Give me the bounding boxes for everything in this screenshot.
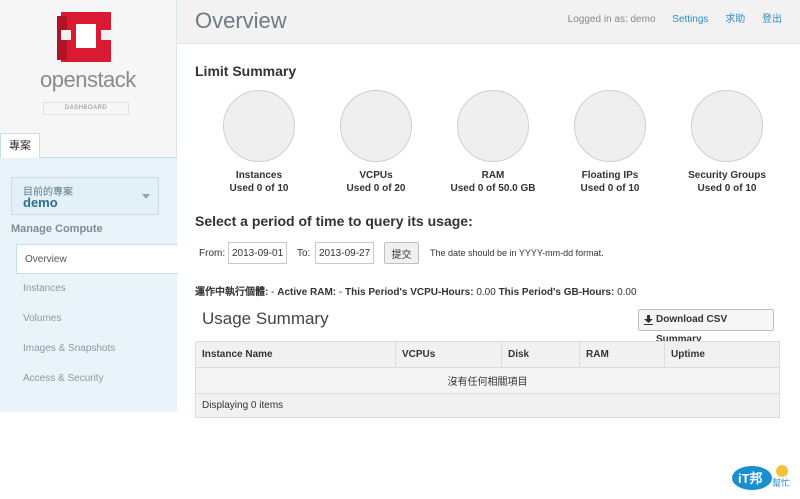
limit-summary-title: Limit Summary <box>195 63 297 79</box>
download-icon <box>644 315 653 325</box>
submit-button[interactable]: 提交 <box>384 242 419 264</box>
limit-summary: Instances Used 0 of 10 VCPUs Used 0 of 2… <box>214 90 774 200</box>
sidebar-item-access-security[interactable]: Access & Security <box>15 364 178 394</box>
help-link[interactable]: 求助 <box>725 14 745 25</box>
vcpu-hours-value: 0.00 <box>473 287 499 298</box>
project-switcher[interactable]: 目前的專案 demo <box>11 177 159 215</box>
project-switcher-value: demo <box>23 195 58 210</box>
from-date-input[interactable] <box>228 242 287 264</box>
limit-instances: Instances Used 0 of 10 <box>214 90 304 194</box>
limit-ram: RAM Used 0 of 50.0 GB <box>443 90 543 194</box>
active-instances-value: - <box>268 287 278 298</box>
svg-text:iT邦: iT邦 <box>738 471 763 486</box>
gb-hours-value: 0.00 <box>614 287 637 298</box>
limit-security-groups: Security Groups Used 0 of 10 <box>677 90 777 194</box>
pie-chart <box>691 90 763 162</box>
active-ram-value: - <box>336 287 346 298</box>
column-header-disk[interactable]: Disk <box>501 341 580 368</box>
user-bar: Logged in as: demo Settings 求助 登出 <box>554 10 782 25</box>
limit-vcpus: VCPUs Used 0 of 20 <box>331 90 421 194</box>
logged-in-text: Logged in as: demo <box>567 14 656 25</box>
limit-used: Used 0 of 20 <box>346 183 406 194</box>
vcpu-hours-label: This Period's VCPU-Hours: <box>345 287 474 298</box>
pie-chart <box>340 90 412 162</box>
limit-name: RAM <box>481 170 505 181</box>
column-header-ram[interactable]: RAM <box>579 341 665 368</box>
main-content: Limit Summary Instances Used 0 of 10 VCP… <box>177 45 800 499</box>
signout-link[interactable]: 登出 <box>762 14 782 25</box>
usage-table: Instance Name VCPUs Disk RAM Uptime 沒有任何… <box>195 341 780 418</box>
from-label: From: <box>199 248 226 259</box>
project-panel: 目前的專案 demo Manage Compute Overview Insta… <box>0 157 178 412</box>
chevron-down-icon <box>142 194 150 199</box>
table-row: 沒有任何相關項目 <box>195 367 780 394</box>
table-header-row: Instance Name VCPUs Disk RAM Uptime <box>195 341 780 368</box>
empty-message: 沒有任何相關項目 <box>195 367 780 394</box>
gb-hours-label: This Period's GB-Hours: <box>498 287 615 298</box>
limit-name: Floating IPs <box>581 170 639 181</box>
limit-used: Used 0 of 10 <box>697 183 757 194</box>
ithome-watermark: iT邦 幫忙 <box>730 462 796 492</box>
column-header-uptime[interactable]: Uptime <box>664 341 780 368</box>
manage-compute-heading: Manage Compute <box>11 223 103 235</box>
pie-chart <box>574 90 646 162</box>
brand-subtitle: DASHBOARD <box>43 102 129 115</box>
sidebar-nav: Overview Instances Volumes Images & Snap… <box>16 244 178 394</box>
openstack-logo[interactable]: openstack DASHBOARD <box>40 10 136 115</box>
pie-chart <box>223 90 295 162</box>
watermark-logo-icon: iT邦 幫忙 <box>732 465 790 490</box>
active-instances-label: 運作中執行個體: <box>195 287 269 298</box>
table-footer-row: Displaying 0 items <box>195 393 780 418</box>
brand-name: openstack <box>40 67 136 92</box>
to-label: To: <box>297 248 311 259</box>
to-date-input[interactable] <box>315 242 374 264</box>
top-header: Overview Logged in as: demo Settings 求助 … <box>177 0 800 44</box>
sidebar-item-overview[interactable]: Overview <box>16 244 178 274</box>
settings-link[interactable]: Settings <box>672 14 708 25</box>
sidebar-item-volumes[interactable]: Volumes <box>15 304 178 334</box>
pie-chart <box>457 90 529 162</box>
svg-text:幫忙: 幫忙 <box>772 477 790 489</box>
item-count: Displaying 0 items <box>195 393 780 418</box>
limit-used: Used 0 of 50.0 GB <box>450 183 536 194</box>
active-ram-label: Active RAM: <box>277 287 337 298</box>
column-header-instance-name[interactable]: Instance Name <box>195 341 396 368</box>
limit-used: Used 0 of 10 <box>229 183 289 194</box>
limit-name: Instances <box>235 170 283 181</box>
active-stats: 運作中執行個體: - Active RAM: - This Period's V… <box>195 283 637 298</box>
tab-project[interactable]: 專案 <box>0 133 40 158</box>
limit-used: Used 0 of 10 <box>580 183 640 194</box>
limit-name: VCPUs <box>359 170 393 181</box>
openstack-cube-icon <box>57 12 111 62</box>
sidebar: openstack DASHBOARD 專案 目前的專案 demo Manage… <box>0 0 178 412</box>
column-header-vcpus[interactable]: VCPUs <box>395 341 502 368</box>
sidebar-item-instances[interactable]: Instances <box>15 274 178 304</box>
page-title: Overview <box>195 8 287 33</box>
period-title: Select a period of time to query its usa… <box>195 213 473 229</box>
limit-name: Security Groups <box>688 170 766 181</box>
usage-summary-title: Usage Summary <box>202 309 329 328</box>
limit-floating-ips: Floating IPs Used 0 of 10 <box>565 90 655 194</box>
date-format-hint: The date should be in YYYY-mm-dd format. <box>430 248 604 258</box>
download-csv-button[interactable]: Download CSV Summary <box>638 309 774 345</box>
sidebar-item-images-snapshots[interactable]: Images & Snapshots <box>15 334 178 364</box>
